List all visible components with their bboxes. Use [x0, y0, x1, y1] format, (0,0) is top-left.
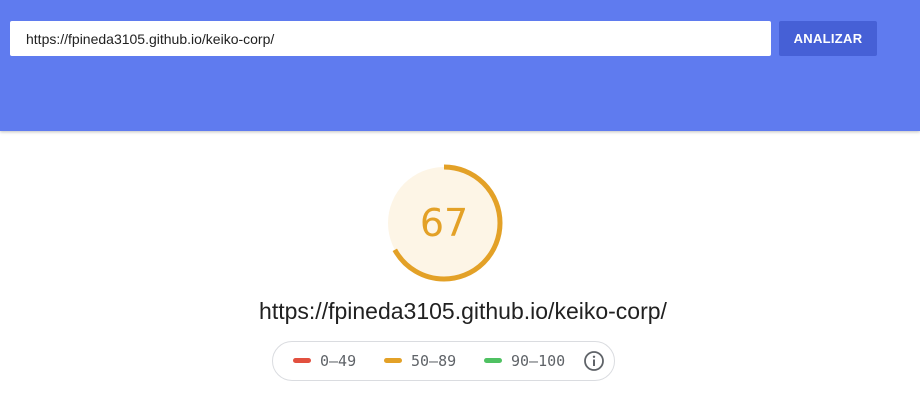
performance-score: 67 [419, 201, 469, 245]
legend-item-fail: 0–49 [293, 342, 356, 380]
top-bar: ANALIZAR [0, 0, 920, 131]
legend-swatch-red [293, 358, 311, 363]
legend-swatch-green [484, 358, 502, 363]
legend-item-average: 50–89 [384, 342, 456, 380]
url-input[interactable] [10, 21, 771, 56]
analyze-button[interactable]: ANALIZAR [779, 21, 877, 56]
analyzed-url: https://fpineda3105.github.io/keiko-corp… [259, 298, 667, 324]
score-legend: 0–49 50–89 90–100 [272, 341, 615, 381]
legend-swatch-orange [384, 358, 402, 363]
legend-label: 50–89 [411, 352, 457, 370]
legend-item-pass: 90–100 [484, 342, 565, 380]
legend-label: 0–49 [320, 352, 357, 370]
info-icon-graphic [584, 351, 604, 371]
performance-score-gauge: 67 [383, 162, 505, 284]
info-icon[interactable] [583, 350, 605, 372]
legend-label: 90–100 [511, 352, 566, 370]
